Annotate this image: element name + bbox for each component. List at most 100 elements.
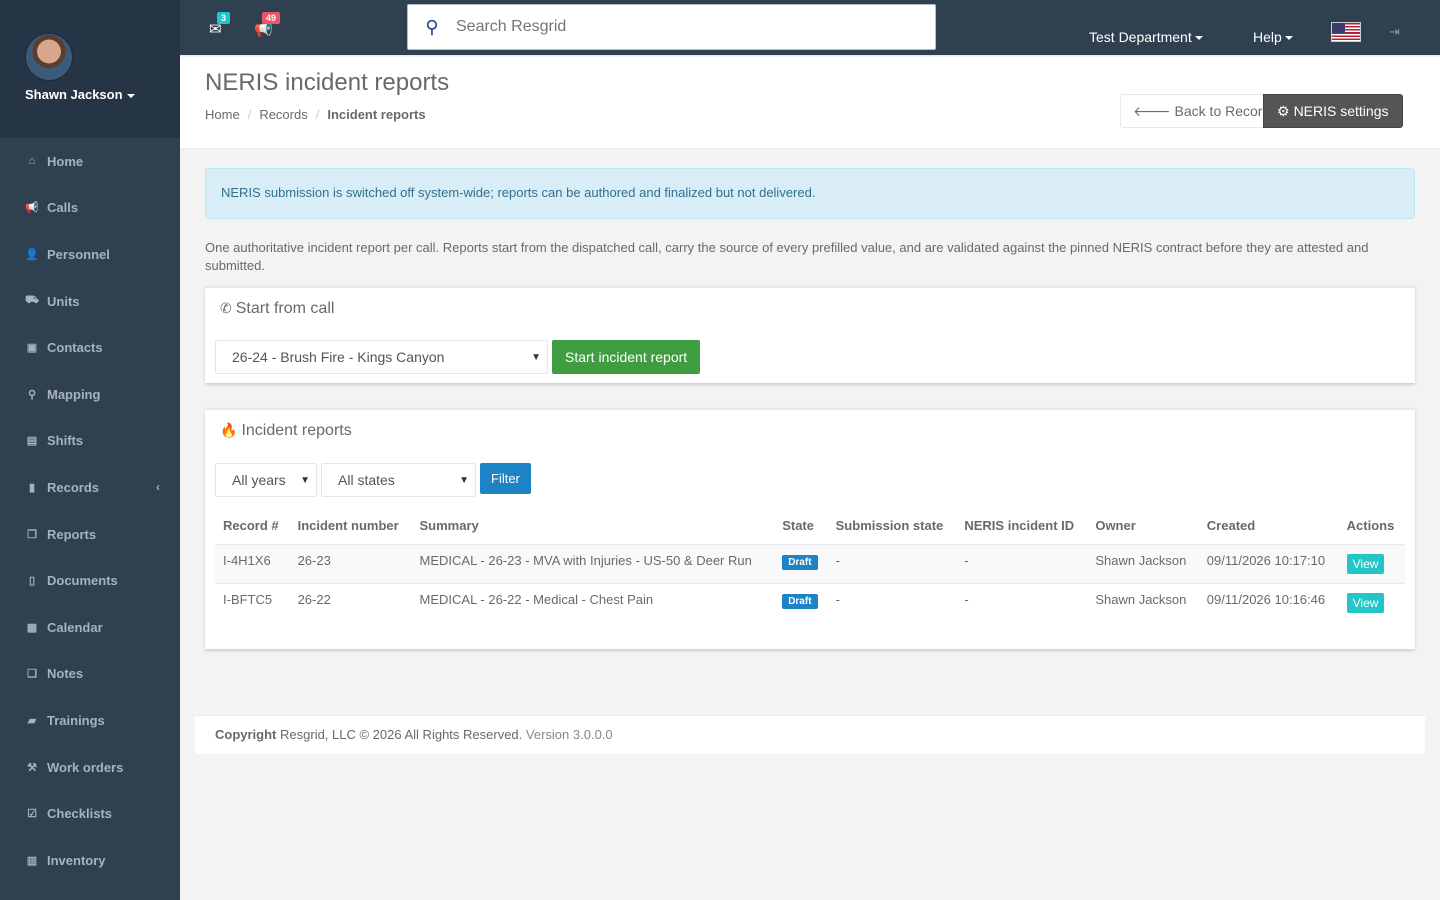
chevron-down-icon: ▼	[459, 474, 469, 486]
column-header: Created	[1206, 518, 1256, 534]
sidebar: Shawn Jackson ⌂ Home 📢 Calls 👤 Personnel ⛟ Unit…	[0, 0, 180, 900]
help-dropdown[interactable]: Help	[1253, 29, 1293, 45]
messages-button[interactable]: ✉ 3	[209, 12, 231, 38]
sidebar-item-records[interactable]: ▮ Records ‹	[0, 464, 180, 511]
start-incident-report-button[interactable]: Start incident report	[552, 340, 701, 374]
cell-state: Draft	[774, 582, 828, 622]
copy-icon: ❐	[27, 528, 37, 541]
sidebar-item-contacts[interactable]: ▣ Contacts	[0, 324, 180, 371]
sidebar-item-label: Inventory	[47, 852, 106, 868]
calls-count-badge: 49	[262, 12, 281, 24]
intro-text: One authoritative incident report per ca…	[205, 240, 1369, 273]
sidebar-item-label: Trainings	[47, 712, 105, 728]
profile-name: Shawn Jackson	[25, 87, 123, 102]
neris-settings-button[interactable]: ⚙ NERIS settings	[1263, 94, 1403, 128]
incident-reports-table: Record # Incident number Summary State Submi…	[215, 508, 1405, 622]
map-marker-icon: ⚲	[27, 388, 37, 401]
caret-down-icon	[1284, 36, 1293, 41]
sidebar-item-home[interactable]: ⌂ Home	[0, 138, 180, 185]
column-header: Submission state	[835, 518, 944, 534]
cell-record-number: I-4H1X6	[215, 543, 290, 583]
start-from-call-title: ✆ Start from call	[205, 288, 1415, 330]
sidebar-item-label: Mapping	[47, 386, 101, 402]
home-icon: ⌂	[28, 155, 36, 168]
sidebar-item-documents[interactable]: ▯ Documents	[0, 557, 180, 604]
call-select[interactable]: 26-24 - Brush Fire - Kings Canyon ▼	[215, 340, 548, 374]
gear-icon: ⚙	[1277, 102, 1290, 119]
calls-button[interactable]: 📢 49	[254, 12, 281, 38]
sidebar-item-label: Shifts	[47, 433, 84, 449]
document-icon: ▯	[28, 575, 36, 588]
logout-icon[interactable]: ⇥	[1389, 24, 1400, 40]
road-icon: ⛟	[25, 294, 39, 307]
sidebar-item-shifts[interactable]: ▤ Shifts	[0, 418, 180, 465]
breadcrumb-home[interactable]: Home	[205, 107, 240, 122]
footer-copyright-text: Resgrid, LLC © 2026 All Rights Reserved.	[280, 727, 523, 742]
help-label: Help	[1253, 29, 1282, 45]
user-icon: 👤	[25, 248, 39, 261]
view-button[interactable]: View	[1346, 553, 1385, 574]
cell-created: 09/11/2026 10:16:46	[1198, 582, 1339, 622]
sidebar-item-label: Notes	[47, 666, 84, 682]
avatar[interactable]	[25, 33, 73, 81]
profile-menu[interactable]: Shawn Jackson	[25, 87, 135, 102]
sidebar-item-trainings[interactable]: ▰ Trainings	[0, 697, 180, 744]
incident-reports-label: Incident reports	[241, 422, 352, 439]
incident-reports-title: 🔥 Incident reports	[205, 410, 1415, 452]
caret-down-icon	[1194, 36, 1203, 41]
year-filter-select[interactable]: All years ▼	[215, 463, 317, 497]
view-button[interactable]: View	[1346, 592, 1385, 613]
breadcrumb-current: Incident reports	[327, 107, 426, 122]
cell-owner: Shawn Jackson	[1087, 582, 1199, 622]
sidebar-item-work-orders[interactable]: ⚒ Work orders	[0, 744, 180, 791]
footer-copyright-label: Copyright	[215, 727, 277, 742]
footer-version: Version 3.0.0.0	[525, 727, 613, 742]
sidebar-item-personnel[interactable]: 👤 Personnel	[0, 231, 180, 278]
cell-summary: MEDICAL - 26-22 - Medical - Chest Pain	[411, 582, 775, 622]
sidebar-item-notes[interactable]: ❏ Notes	[0, 651, 180, 698]
sidebar-item-reports[interactable]: ❐ Reports	[0, 511, 180, 558]
table-body: I-4H1X6 26-23 MEDICAL - 26-23 - MVA with I…	[215, 543, 1405, 622]
cell-submission-state: -	[827, 543, 957, 583]
cell-neris-incident-id: -	[956, 543, 1088, 583]
sidebar-item-calendar[interactable]: ▦ Calendar	[0, 604, 180, 651]
sidebar-item-inventory[interactable]: ▥ Inventory	[0, 837, 180, 884]
sidebar-item-label: Records	[47, 479, 100, 495]
state-badge: Draft	[782, 554, 818, 570]
us-flag-icon[interactable]	[1331, 22, 1361, 42]
check-square-icon: ☑	[27, 808, 37, 821]
back-to-records-label: Back to Records	[1174, 103, 1278, 119]
fire-icon: 🔥	[220, 422, 238, 438]
sidebar-item-label: Personnel	[47, 246, 110, 262]
cell-actions: View	[1338, 543, 1405, 583]
sidebar-item-calls[interactable]: 📢 Calls	[0, 185, 180, 232]
caret-down-icon	[126, 93, 135, 98]
cell-record-number: I-BFTC5	[215, 582, 290, 622]
bullhorn-icon: 📢	[25, 202, 39, 215]
page-heading: NERIS incident reports Home / Records / Inci…	[180, 57, 1440, 149]
department-dropdown[interactable]: Test Department	[1089, 29, 1203, 45]
search-input[interactable]	[456, 18, 916, 36]
sidebar-item-checklists[interactable]: ☑ Checklists	[0, 790, 180, 837]
column-header: Summary	[419, 518, 479, 534]
breadcrumb-separator: /	[247, 107, 252, 122]
sidebar-item-label: Calls	[47, 200, 79, 216]
cell-state: Draft	[774, 543, 828, 583]
breadcrumb-separator: /	[315, 107, 320, 122]
sidebar-item-units[interactable]: ⛟ Units	[0, 278, 180, 325]
neris-settings-label: NERIS settings	[1293, 103, 1389, 119]
filter-button[interactable]: Filter	[480, 463, 531, 494]
start-from-call-panel: ✆ Start from call 26-24 - Brush Fire - Ki…	[205, 286, 1415, 383]
breadcrumb-records[interactable]: Records	[259, 107, 307, 122]
state-filter-select[interactable]: All states ▼	[321, 463, 476, 497]
sidebar-item-label: Documents	[47, 573, 118, 589]
search-box: ⚲	[407, 4, 936, 50]
cell-neris-incident-id: -	[956, 582, 1088, 622]
state-badge: Draft	[782, 593, 818, 609]
column-header: State	[782, 518, 814, 534]
column-header: Owner	[1095, 518, 1136, 534]
notes-icon: ❏	[27, 668, 37, 681]
sidebar-item-mapping[interactable]: ⚲ Mapping	[0, 371, 180, 418]
footer: Copyright Resgrid, LLC © 2026 All Rights…	[195, 715, 1425, 754]
table-row: I-4H1X6 26-23 MEDICAL - 26-23 - MVA with I…	[215, 543, 1405, 583]
